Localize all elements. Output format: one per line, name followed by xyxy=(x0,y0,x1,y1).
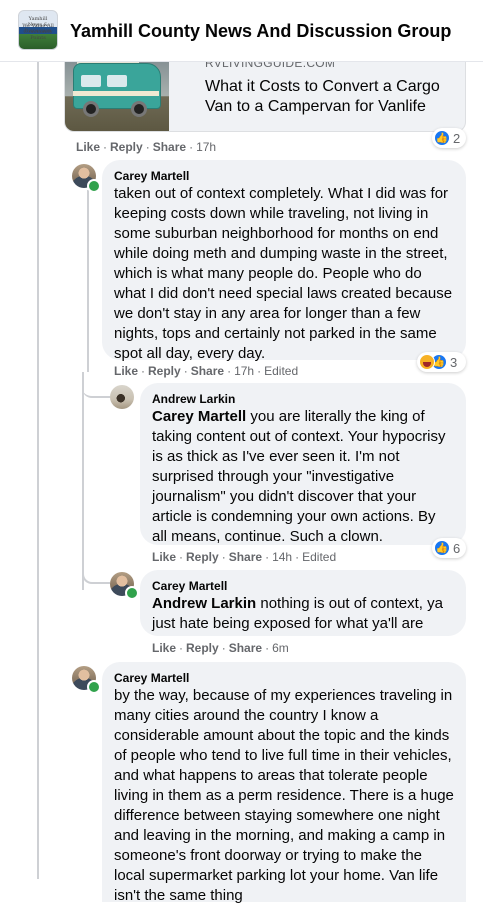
comment-text: taken out of context completely. What I … xyxy=(114,185,453,362)
thread-line-left xyxy=(37,62,39,879)
online-dot xyxy=(87,179,101,193)
haha-icon xyxy=(419,354,435,370)
like-button[interactable]: Like xyxy=(152,550,176,564)
thread-line-replies xyxy=(82,372,84,590)
online-dot xyxy=(125,586,139,600)
group-header: Yamhill News & Discussion We Value All C… xyxy=(0,0,483,62)
avatar[interactable] xyxy=(110,385,134,409)
comment-reactions[interactable]: 👍 3 xyxy=(417,352,466,372)
mention-link[interactable]: Andrew Larkin xyxy=(152,595,256,612)
share-button[interactable]: Share xyxy=(191,364,224,378)
comment-text: Andrew Larkin nothing is out of context,… xyxy=(152,595,443,632)
share-button[interactable]: Share xyxy=(229,641,262,655)
like-button[interactable]: Like xyxy=(114,364,138,378)
like-icon: 👍 xyxy=(434,130,450,146)
timestamp[interactable]: 14h xyxy=(272,550,292,564)
comment-author[interactable]: Andrew Larkin xyxy=(152,391,454,407)
link-reactions[interactable]: 👍 2 xyxy=(432,128,466,148)
comment-bubble: Andrew Larkin Carey Martell you are lite… xyxy=(140,383,466,545)
thread-line-main xyxy=(87,190,89,372)
share-button[interactable]: Share xyxy=(229,550,262,564)
timestamp[interactable]: 17h xyxy=(234,364,254,378)
mention-link[interactable]: Carey Martell xyxy=(152,408,246,425)
comment-text: Carey Martell you are literally the king… xyxy=(152,408,446,545)
comment-text: by the way, because of my experiences tr… xyxy=(114,687,454,904)
like-button[interactable]: Like xyxy=(76,140,100,154)
thread-connector-1 xyxy=(82,380,110,398)
comment-bubble: Carey Martell taken out of context compl… xyxy=(102,160,466,362)
comment-author[interactable]: Carey Martell xyxy=(114,670,454,686)
comment-author[interactable]: Carey Martell xyxy=(114,168,454,184)
edited-label: Edited xyxy=(302,550,337,564)
comment-bubble: Carey Martell by the way, because of my … xyxy=(102,662,466,904)
link-preview-card[interactable]: RVLIVINGGUIDE.COM What it Costs to Conve… xyxy=(64,52,466,132)
post-actions: Like · Reply · Share · 17h xyxy=(76,140,217,154)
comment-actions: Like · Reply · Share · 6m xyxy=(152,641,289,655)
like-button[interactable]: Like xyxy=(152,641,176,655)
like-icon: 👍 xyxy=(434,540,450,556)
comment-bubble: Carey Martell Andrew Larkin nothing is o… xyxy=(140,570,466,636)
link-title[interactable]: What it Costs to Convert a Cargo Van to … xyxy=(205,77,463,117)
group-thumbnail[interactable]: Yamhill News & Discussion We Value All C… xyxy=(18,10,58,50)
reply-button[interactable]: Reply xyxy=(186,550,219,564)
timestamp[interactable]: 6m xyxy=(272,641,289,655)
timestamp[interactable]: 17h xyxy=(196,140,216,154)
reply-button[interactable]: Reply xyxy=(186,641,219,655)
comment-reactions[interactable]: 👍 6 xyxy=(432,538,466,558)
comment-actions: Like · Reply · Share · 17h · Edited xyxy=(114,364,299,378)
share-button[interactable]: Share xyxy=(153,140,186,154)
reply-button[interactable]: Reply xyxy=(110,140,143,154)
online-dot xyxy=(87,680,101,694)
comment-author[interactable]: Carey Martell xyxy=(152,578,454,594)
edited-label: Edited xyxy=(264,364,299,378)
comment-actions: Like · Reply · Share · 14h · Edited xyxy=(152,550,337,564)
reply-button[interactable]: Reply xyxy=(148,364,181,378)
link-preview-image xyxy=(65,53,169,131)
thread-connector-2 xyxy=(82,564,110,584)
group-title[interactable]: Yamhill County News And Discussion Group xyxy=(70,21,451,42)
